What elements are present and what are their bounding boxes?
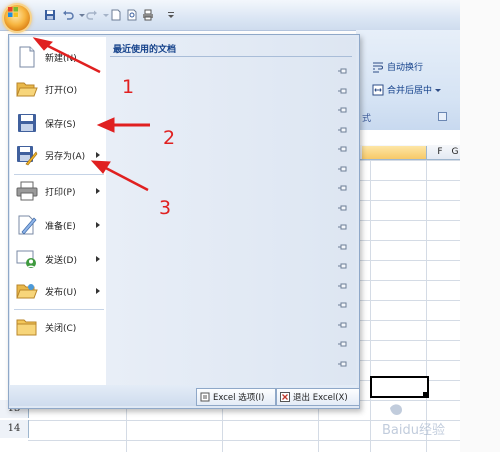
svg-text:Baidu经验: Baidu经验: [382, 422, 445, 438]
annotation-arrows: [32, 37, 150, 192]
arrow-3-shaft: [99, 163, 149, 192]
annotation-number-3: 3: [159, 197, 172, 219]
annotation-number-2: 2: [163, 127, 176, 149]
arrow-3-head: [90, 160, 111, 174]
arrow-1-head: [32, 37, 53, 51]
baidu-watermark-logo: Baidu经验: [382, 404, 445, 438]
annotation-number-1: 1: [122, 76, 135, 98]
arrow-1-shaft: [39, 40, 101, 74]
arrow-2-head: [96, 117, 115, 133]
